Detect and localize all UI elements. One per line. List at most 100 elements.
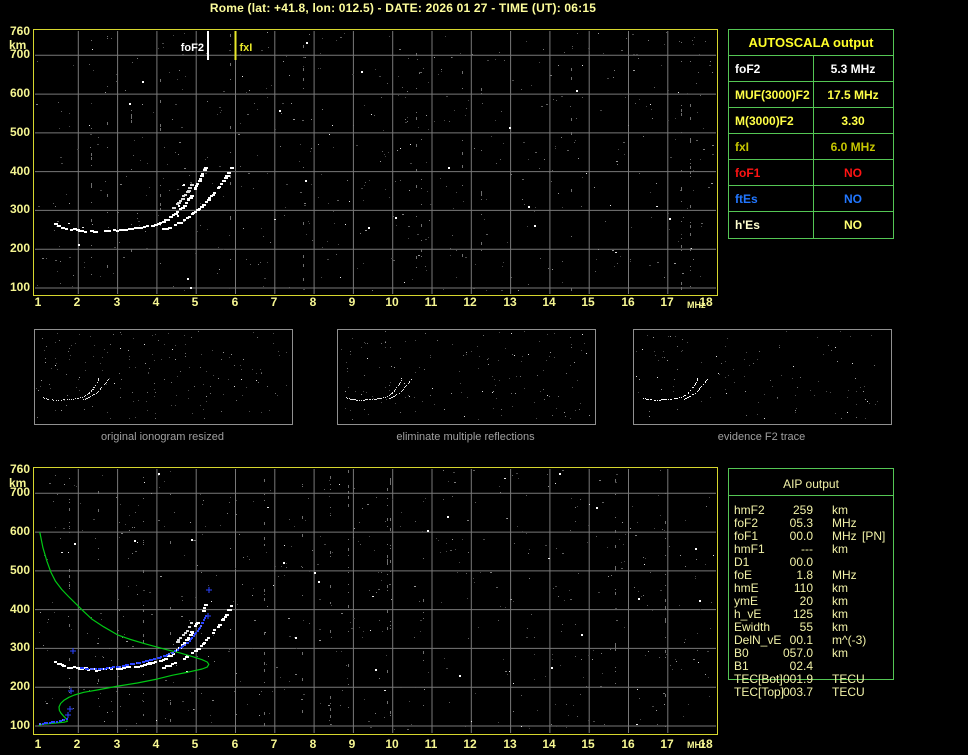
autoscala-param-value: 6.0 MHz xyxy=(830,140,876,154)
autoscala-row-fxi: fxI 6.0 MHz xyxy=(729,134,893,160)
x-tick-label: 17 xyxy=(660,737,674,751)
y-tick-label: 700 xyxy=(9,47,30,61)
x-tick-label: 12 xyxy=(463,737,477,751)
fxi-marker-label: fxI xyxy=(240,42,253,54)
thumbnail-trace-layer xyxy=(643,378,708,401)
x-tick-label: 9 xyxy=(348,295,356,309)
x-tick-label: 2 xyxy=(73,295,81,309)
autoscala-param-value: 3.30 xyxy=(841,114,865,128)
autoscala-param-label: ftEs xyxy=(735,192,758,206)
aip-param-value: 003.7 xyxy=(782,685,813,699)
autoscala-row-fof2: foF2 5.3 MHz xyxy=(729,56,893,82)
thumbnail-eliminate-canvas xyxy=(341,331,590,420)
x-tick-label: 8 xyxy=(309,737,317,751)
autoscala-param-value: NO xyxy=(844,166,862,180)
x-tick-label: 12 xyxy=(463,295,477,309)
y-tick-label: 500 xyxy=(9,563,30,577)
y-tick-label: 200 xyxy=(9,241,30,255)
thumbnail-trace-layer xyxy=(346,378,412,401)
x-tick-label: 16 xyxy=(621,295,635,309)
x-tick-label: 18 xyxy=(699,737,713,751)
autoscala-row-ftes: ftEs NO xyxy=(729,186,893,212)
thumbnail-evidence-f2 xyxy=(633,329,892,425)
x-tick-label: 13 xyxy=(503,295,517,309)
x-tick-label: 6 xyxy=(231,295,239,309)
isolated-blue-points-layer xyxy=(65,587,212,718)
autoscala-param-label: MUF(3000)F2 xyxy=(735,88,810,102)
autoscala-output-table: AUTOSCALA output foF2 5.3 MHz MUF(3000)F2 1… xyxy=(728,29,894,239)
noise-layer xyxy=(36,32,714,291)
x-tick-label: 2 xyxy=(73,737,81,751)
thumbnail-noise-layer xyxy=(36,331,287,419)
x-tick-label: 4 xyxy=(152,737,160,751)
noise-layer xyxy=(39,470,714,730)
autoscala-param-label: foF2 xyxy=(735,62,761,76)
y-tick-label: 700 xyxy=(9,485,30,499)
grid-layer xyxy=(35,469,716,733)
y-tick-label: 600 xyxy=(9,86,30,100)
autoscala-param-label: M(3000)F2 xyxy=(735,114,794,128)
x-tick-label: 3 xyxy=(113,295,121,309)
x-tick-label: 16 xyxy=(621,737,635,751)
fof2-marker-label: foF2 xyxy=(181,42,204,54)
echo-trace-layer xyxy=(162,605,233,669)
x-tick-label: 10 xyxy=(385,295,399,309)
thumbnail-trace-layer xyxy=(43,378,109,401)
autoscala-param-label: fxI xyxy=(735,140,750,154)
thumbnail-eliminate-reflections xyxy=(337,329,596,425)
x-tick-label: 4 xyxy=(152,295,160,309)
scaled-ionogram-plot: foF2 fxI xyxy=(33,29,718,296)
profile-ionogram-plot xyxy=(33,467,718,735)
thumbnail-caption-evidence: evidence F2 trace xyxy=(717,431,806,443)
aip-param-extra: [PN] xyxy=(862,529,886,543)
aip-param-unit: TECU xyxy=(832,685,865,699)
thumbnail-caption-eliminate: eliminate multiple reflections xyxy=(396,431,535,443)
autoscala-param-value: NO xyxy=(844,218,862,232)
autoscala-screen: Rome (lat: +41.8, lon: 012.5) - DATE: 20… xyxy=(0,0,968,755)
aip-table-header-line xyxy=(729,495,893,496)
x-tick-label: 14 xyxy=(542,737,556,751)
y-tick-label: 100 xyxy=(9,718,30,732)
x-tick-label: 18 xyxy=(699,295,713,309)
electron-density-profile-line xyxy=(38,531,210,727)
x-tick-label: 10 xyxy=(385,737,399,751)
x-tick-label: 9 xyxy=(348,737,356,751)
restored-trace-layer xyxy=(39,718,68,725)
x-tick-label: 17 xyxy=(660,295,674,309)
y-tick-label: 300 xyxy=(9,640,30,654)
autoscala-param-value: NO xyxy=(844,192,862,206)
y-tick-label: 300 xyxy=(9,202,30,216)
y-tick-label: 400 xyxy=(9,602,30,616)
page-title: Rome (lat: +41.8, lon: 012.5) - DATE: 20… xyxy=(209,1,597,15)
thumbnail-noise-layer xyxy=(341,331,590,420)
grid-layer xyxy=(35,31,716,294)
x-tick-label: 1 xyxy=(34,295,42,309)
profile-ionogram-canvas xyxy=(35,469,716,733)
autoscala-row-muf3000f2: MUF(3000)F2 17.5 MHz xyxy=(729,82,893,108)
autoscala-param-label: h'Es xyxy=(735,218,760,232)
x-tick-label: 11 xyxy=(424,737,438,751)
y-tick-label: 100 xyxy=(9,280,30,294)
autoscala-param-value: 5.3 MHz xyxy=(830,62,876,76)
autoscala-table-header: AUTOSCALA output xyxy=(729,30,893,56)
y-tick-label: 400 xyxy=(9,164,30,178)
scaled-ionogram-canvas: foF2 fxI xyxy=(35,31,716,294)
x-tick-label: 8 xyxy=(309,295,317,309)
x-tick-label: 11 xyxy=(424,295,438,309)
autoscala-row-hes: h'Es NO xyxy=(729,212,893,238)
x-tick-label: 6 xyxy=(231,737,239,751)
x-tick-label: 3 xyxy=(113,737,121,751)
y-tick-label: 600 xyxy=(9,524,30,538)
autoscala-param-value: 17.5 MHz xyxy=(827,88,879,102)
x-tick-label: 13 xyxy=(503,737,517,751)
y-tick-label: 500 xyxy=(9,125,30,139)
x-tick-label: 15 xyxy=(581,295,595,309)
y-tick-label: 760 xyxy=(9,24,30,38)
autoscala-row-m3000f2: M(3000)F2 3.30 xyxy=(729,108,893,134)
x-tick-label: 15 xyxy=(581,737,595,751)
x-tick-label: 1 xyxy=(34,737,42,751)
aip-row-tectop: TEC[Top] 003.7 TECU xyxy=(729,686,893,699)
echo-trace-layer xyxy=(54,604,208,672)
x-tick-label: 5 xyxy=(191,295,199,309)
autoscala-row-fof1: foF1 NO xyxy=(729,160,893,186)
